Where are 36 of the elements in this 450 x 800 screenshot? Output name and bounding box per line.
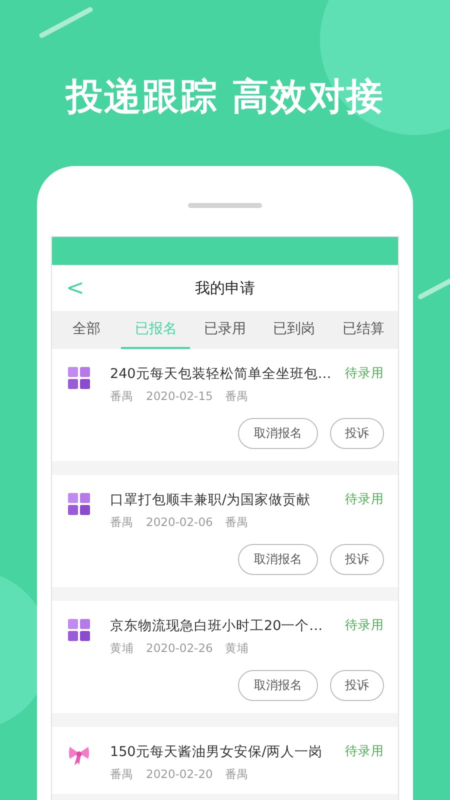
district-text: 番禺 — [110, 515, 134, 530]
job-title: 口罩打包顺丰兼职/为国家做贡献 — [110, 491, 311, 509]
status-label: 待录用 — [345, 491, 384, 508]
job-title: 150元每天酱油男女安保/两人一岗 — [110, 743, 322, 761]
date-text: 2020-02-15 — [146, 389, 213, 404]
district-text: 黄埔 — [110, 641, 134, 656]
complaint-button[interactable]: 投诉 — [330, 418, 384, 449]
date-text: 2020-02-06 — [146, 515, 213, 530]
complaint-button[interactable]: 投诉 — [330, 670, 384, 701]
headline: 投递跟踪 高效对接 — [66, 74, 384, 120]
grid-icon — [68, 493, 90, 515]
area-text: 番禺 — [224, 767, 249, 782]
tab[interactable]: 已录用 — [190, 311, 260, 349]
district-text: 番禺 — [110, 767, 134, 782]
tab[interactable]: 全部 — [52, 311, 122, 349]
cancel-button[interactable]: 取消报名 — [238, 544, 318, 575]
grid-icon — [68, 367, 90, 389]
bow-icon — [68, 745, 90, 767]
date-text: 2020-02-26 — [146, 641, 213, 656]
date-text: 2020-02-20 — [146, 767, 213, 782]
status-label: 待录用 — [345, 743, 384, 760]
cancel-button[interactable]: 取消报名 — [238, 418, 318, 449]
job-title: 240元每天包装轻松简单全坐班包… — [110, 365, 332, 383]
tab[interactable]: 已结算 — [328, 311, 398, 349]
district-text: 番禺 — [110, 389, 134, 404]
screen-title: 我的申请 — [195, 278, 255, 298]
complaint-button[interactable]: 投诉 — [330, 544, 384, 575]
area-text: 黄埔 — [224, 641, 249, 656]
status-label: 待录用 — [345, 365, 384, 382]
grid-icon — [68, 619, 90, 641]
cancel-button[interactable]: 取消报名 — [238, 670, 318, 701]
job-title: 京东物流现急白班小时工20一个… — [110, 617, 323, 635]
area-text: 番禺 — [224, 515, 249, 530]
tab[interactable]: 已到岗 — [260, 311, 329, 349]
area-text: 番禺 — [224, 389, 249, 404]
status-label: 待录用 — [345, 617, 384, 634]
